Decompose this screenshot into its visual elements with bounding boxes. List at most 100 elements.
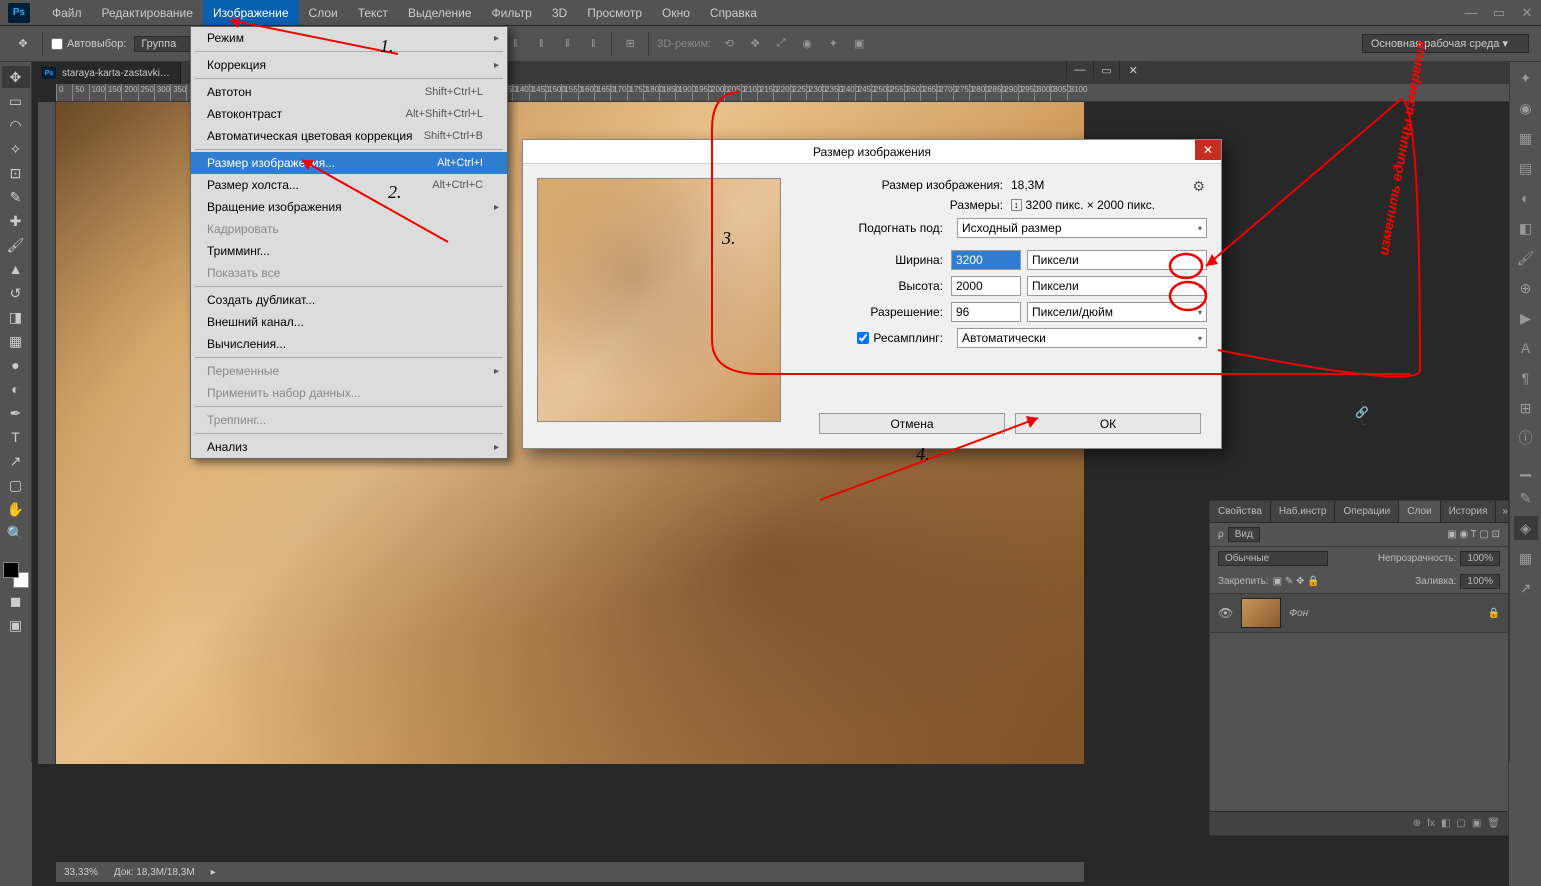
fit-dropdown[interactable]: Исходный размер▾ — [957, 218, 1207, 238]
3d-icon[interactable]: ⟲ — [719, 34, 739, 54]
menu-3d[interactable]: 3D — [542, 0, 577, 25]
3d-icon[interactable]: ✥ — [745, 34, 765, 54]
adjust-icon[interactable]: ◐ — [1514, 186, 1538, 210]
autoselect-checkbox[interactable]: Автовыбор: — [51, 38, 126, 50]
move-tool[interactable]: ✥ — [2, 66, 30, 88]
paths-icon[interactable]: ↗ — [1514, 576, 1538, 600]
quickmask-tool[interactable]: ◼ — [2, 590, 30, 612]
hand-tool[interactable]: ✋ — [2, 498, 30, 520]
pen-tool[interactable]: ✒ — [2, 402, 30, 424]
blend-mode-dropdown[interactable]: Обычные — [1218, 551, 1328, 566]
para-icon[interactable]: ¶ — [1514, 366, 1538, 390]
menu-item[interactable]: Внешний канал... — [191, 311, 507, 333]
panel-tab-операции[interactable]: Операции — [1335, 501, 1399, 522]
menu-item[interactable]: Размер холста...Alt+Ctrl+C — [191, 174, 507, 196]
cancel-button[interactable]: Отмена — [819, 413, 1005, 434]
doc-restore[interactable]: ▭ — [1093, 61, 1120, 79]
swatches-icon[interactable]: ▦ — [1514, 126, 1538, 150]
info-icon[interactable]: ⓘ — [1514, 426, 1538, 450]
distribute-icon[interactable]: ‖ — [531, 34, 551, 54]
preview-thumbnail[interactable] — [537, 178, 781, 422]
3d-icon[interactable]: ◉ — [797, 34, 817, 54]
close-button[interactable]: ✕ — [1513, 3, 1541, 23]
menu-текст[interactable]: Текст — [348, 0, 398, 25]
char-icon[interactable]: A — [1514, 336, 1538, 360]
menu-item[interactable]: Автоматическая цветовая коррекцияShift+C… — [191, 125, 507, 147]
history-brush-tool[interactable]: ↺ — [2, 282, 30, 304]
visibility-icon[interactable]: 👁 — [1218, 606, 1233, 620]
resample-checkbox[interactable] — [857, 332, 869, 344]
nav-icon[interactable]: ⊞ — [1514, 396, 1538, 420]
fill-input[interactable]: 100% — [1460, 574, 1500, 589]
group-icon[interactable]: ▢ — [1456, 818, 1465, 829]
doc-minimize[interactable]: — — [1066, 61, 1093, 79]
link-icon[interactable]: ⊕ — [1413, 818, 1421, 829]
arrange-icon[interactable]: ⊞ — [620, 34, 640, 54]
menu-item[interactable]: АвтотонShift+Ctrl+L — [191, 81, 507, 103]
menu-выделение[interactable]: Выделение — [398, 0, 482, 25]
resample-dropdown[interactable]: Автоматически▾ — [957, 328, 1207, 348]
menu-item[interactable]: Анализ — [191, 436, 507, 458]
layer-thumbnail[interactable] — [1241, 598, 1281, 628]
constrain-link-icon[interactable]: ┌ 🔗 └ — [1355, 396, 1369, 429]
menu-слои[interactable]: Слои — [299, 0, 348, 25]
histogram-icon[interactable]: ▁ — [1514, 456, 1538, 480]
autoselect-target-dropdown[interactable]: Группа — [134, 36, 195, 52]
path-tool[interactable]: ↗ — [2, 450, 30, 472]
opacity-input[interactable]: 100% — [1460, 551, 1500, 566]
compass-icon[interactable]: ✦ — [1514, 66, 1538, 90]
panel-tab-слои[interactable]: Слои — [1399, 501, 1440, 522]
ruler-vertical[interactable] — [38, 102, 56, 764]
panel-overflow-icon[interactable]: » — [1496, 501, 1514, 522]
doc-close[interactable]: ✕ — [1119, 61, 1146, 79]
resolution-input[interactable] — [951, 302, 1021, 322]
mask-icon[interactable]: ◧ — [1441, 818, 1450, 829]
clone-icon[interactable]: ⊕ — [1514, 276, 1538, 300]
menu-item[interactable]: Размер изображения...Alt+Ctrl+I — [191, 152, 507, 174]
color-swatch[interactable] — [3, 562, 29, 588]
height-unit-dropdown[interactable]: Пиксели▾ — [1027, 276, 1207, 296]
minimize-button[interactable]: — — [1457, 3, 1485, 23]
menu-файл[interactable]: Файл — [42, 0, 92, 25]
menu-просмотр[interactable]: Просмотр — [577, 0, 652, 25]
menu-фильтр[interactable]: Фильтр — [482, 0, 542, 25]
height-input[interactable] — [951, 276, 1021, 296]
distribute-icon[interactable]: ‖ — [505, 34, 525, 54]
layer-filter-dropdown[interactable]: Вид — [1228, 527, 1260, 542]
menu-справка[interactable]: Справка — [700, 0, 767, 25]
menu-item[interactable]: АвтоконтрастAlt+Shift+Ctrl+L — [191, 103, 507, 125]
3d-icon[interactable]: ▣ — [849, 34, 869, 54]
move-tool-icon[interactable]: ✥ — [12, 33, 34, 55]
lasso-tool[interactable]: ◠ — [2, 114, 30, 136]
stamp-tool[interactable]: ▲ — [2, 258, 30, 280]
resolution-unit-dropdown[interactable]: Пиксели/дюйм▾ — [1027, 302, 1207, 322]
layer-name[interactable]: Фон — [1289, 608, 1308, 619]
zoom-level[interactable]: 33,33% — [64, 867, 98, 878]
fx-icon[interactable]: fx — [1427, 818, 1435, 829]
blur-tool[interactable]: ● — [2, 354, 30, 376]
actions-icon[interactable]: ▶ — [1514, 306, 1538, 330]
gear-icon[interactable]: ⚙ — [1192, 178, 1205, 195]
panel-tab-история[interactable]: История — [1441, 501, 1497, 522]
type-tool[interactable]: T — [2, 426, 30, 448]
menu-редактирование[interactable]: Редактирование — [92, 0, 203, 25]
channels-icon[interactable]: ▦ — [1514, 546, 1538, 570]
3d-icon[interactable]: ⤢ — [771, 34, 791, 54]
eraser-tool[interactable]: ◨ — [2, 306, 30, 328]
dodge-tool[interactable]: ◐ — [2, 378, 30, 400]
layer-row[interactable]: 👁 Фон 🔒 — [1210, 593, 1508, 633]
menu-изображение[interactable]: Изображение — [203, 0, 299, 25]
crop-tool[interactable]: ⊡ — [2, 162, 30, 184]
menu-item[interactable]: Создать дубликат... — [191, 289, 507, 311]
panel-tab-наб.инстр[interactable]: Наб.инстр — [1271, 501, 1336, 522]
menu-окно[interactable]: Окно — [652, 0, 700, 25]
panel-tab-свойства[interactable]: Свойства — [1210, 501, 1271, 522]
distribute-icon[interactable]: ‖ — [583, 34, 603, 54]
gradient-tool[interactable]: ▦ — [2, 330, 30, 352]
heal-tool[interactable]: ✚ — [2, 210, 30, 232]
brushes-icon[interactable]: 🖌 — [1514, 246, 1538, 270]
zoom-tool[interactable]: 🔍 — [2, 522, 30, 544]
shape-tool[interactable]: ▢ — [2, 474, 30, 496]
styles-icon[interactable]: ▤ — [1514, 156, 1538, 180]
dimensions-unit-icon[interactable]: ↕ — [1011, 199, 1022, 211]
